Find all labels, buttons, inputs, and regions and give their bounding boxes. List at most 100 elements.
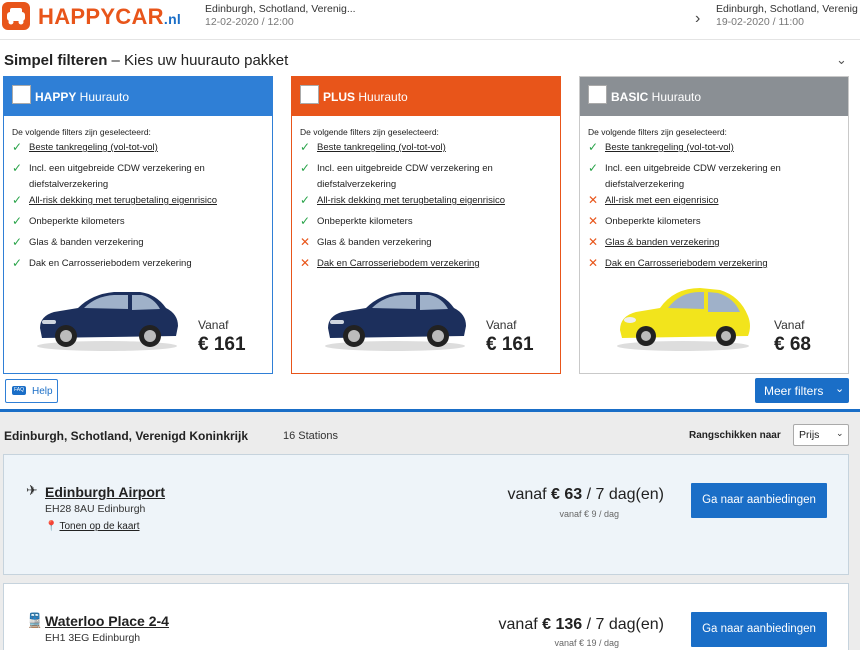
results-section: Edinburgh, Schotland, Verenigd Koninkrij…: [0, 409, 860, 650]
feature-item: ✓ Onbeperkte kilometers: [300, 214, 555, 230]
map-pin-icon: 📍: [45, 521, 58, 532]
help-button[interactable]: FAQ Help: [5, 379, 58, 403]
feature-item[interactable]: ✓ Beste tankregeling (vol-tot-vol): [300, 140, 555, 156]
logo-suffix: .nl: [163, 11, 182, 27]
checkmark-icon: ✓: [12, 235, 23, 249]
cross-icon: ✕: [588, 256, 599, 270]
checkmark-icon: ✓: [300, 214, 311, 228]
airplane-icon: ✈: [26, 482, 38, 498]
station-count: 16 Stations: [283, 430, 339, 442]
help-label: Help: [32, 386, 53, 397]
filter-title-rest: – Kies uw huurauto pakket: [107, 52, 289, 69]
price-from-label: Vanaf: [486, 318, 517, 332]
results-location-title: Edinburgh, Schotland, Verenigd Koninkrij…: [4, 429, 249, 443]
package-header[interactable]: HAPPY Huurauto: [4, 77, 272, 116]
simple-filter-title: Simpel filteren – Kies uw huurauto pakke…: [4, 52, 288, 69]
car-logo-icon[interactable]: [2, 2, 30, 30]
package-checkbox[interactable]: [588, 85, 607, 104]
feature-label: Dak en Carrosseriebodem verzekering: [317, 258, 480, 269]
checkmark-icon: ✓: [300, 193, 311, 207]
price-value: € 63: [551, 486, 583, 503]
feature-item[interactable]: ✓ Beste tankregeling (vol-tot-vol): [588, 140, 843, 156]
dark-blue-car-image: [37, 292, 178, 351]
package-price: € 161: [486, 334, 534, 355]
station-name[interactable]: Waterloo Place 2-4: [45, 613, 169, 629]
chevron-down-icon: ⌄: [836, 428, 844, 438]
feature-label: Glas & banden verzekering: [605, 237, 720, 248]
show-on-map-link[interactable]: 📍 Tonen op de kaart: [45, 521, 140, 532]
package-card-plus[interactable]: PLUS Huurauto De volgende filters zijn g…: [291, 76, 561, 374]
pickup-location: Edinburgh, Schotland, Verenig...: [205, 3, 356, 15]
dark-blue-car-image: [325, 292, 466, 351]
station-card: ✈ Edinburgh Airport EH28 8AU Edinburgh 📍…: [3, 454, 849, 575]
feature-label: Incl. een uitgebreide CDW verzekering en…: [605, 163, 781, 190]
feature-item: ✓ Incl. een uitgebreide CDW verzekering e…: [588, 161, 843, 192]
checkmark-icon: ✓: [12, 193, 23, 207]
price-suffix: / 7 dag(en): [582, 486, 664, 503]
go-to-offers-button[interactable]: Ga naar aanbiedingen: [691, 612, 827, 647]
package-price: € 161: [198, 334, 246, 355]
feature-item[interactable]: ✕ Dak en Carrosseriebodem verzekering: [300, 256, 555, 272]
price-prefix: vanaf: [498, 616, 543, 633]
feature-label: Beste tankregeling (vol-tot-vol): [317, 142, 446, 153]
checkmark-icon: ✓: [12, 161, 23, 175]
feature-label: Dak en Carrosseriebodem verzekering: [29, 258, 192, 269]
price-from-label: Vanaf: [198, 318, 229, 332]
feature-item[interactable]: ✓ All-risk dekking met terugbetaling eige…: [12, 193, 267, 209]
filter-title-bold: Simpel filteren: [4, 52, 108, 69]
package-header[interactable]: BASIC Huurauto: [580, 77, 848, 116]
faq-icon: FAQ: [12, 386, 26, 395]
station-address: EH1 3EG Edinburgh: [45, 632, 141, 644]
chevron-down-icon[interactable]: ⌄: [836, 52, 847, 68]
feature-label: Incl. een uitgebreide CDW verzekering en…: [317, 163, 493, 190]
cross-icon: ✕: [588, 214, 599, 228]
checkmark-icon: ✓: [300, 161, 311, 175]
price-prefix: vanaf: [507, 486, 552, 503]
more-filters-button[interactable]: Meer filters ⌄: [755, 378, 849, 403]
checkmark-icon: ✓: [12, 256, 23, 270]
train-icon: 🚆: [26, 612, 44, 628]
package-intro: De volgende filters zijn geselecteerd:: [588, 127, 727, 137]
chevron-right-icon: ›: [695, 10, 701, 27]
feature-item[interactable]: ✕ Glas & banden verzekering: [588, 235, 843, 251]
package-card-basic[interactable]: BASIC Huurauto De volgende filters zijn …: [579, 76, 849, 374]
feature-item[interactable]: ✕ Dak en Carrosseriebodem verzekering: [588, 256, 843, 272]
package-name-bold: BASIC: [611, 90, 649, 104]
price-per-day: vanaf € 9 / dag: [559, 509, 619, 519]
go-to-offers-button[interactable]: Ga naar aanbiedingen: [691, 483, 827, 518]
feature-label: Incl. een uitgebreide CDW verzekering en…: [29, 163, 205, 190]
dropoff-location: Edinburgh, Schotland, Verenig: [716, 3, 858, 15]
feature-item: ✕ Onbeperkte kilometers: [588, 214, 843, 230]
package-header[interactable]: PLUS Huurauto: [292, 77, 560, 116]
feature-item[interactable]: ✓ All-risk dekking met terugbetaling eige…: [300, 193, 555, 209]
cross-icon: ✕: [588, 193, 599, 207]
checkmark-icon: ✓: [300, 140, 311, 154]
station-name[interactable]: Edinburgh Airport: [45, 484, 165, 500]
feature-label: Glas & banden verzekering: [317, 237, 432, 248]
dropoff-summary[interactable]: Edinburgh, Schotland, Verenig 19-02-2020…: [716, 3, 858, 29]
price-per-day: vanaf € 19 / dag: [554, 638, 619, 648]
pickup-summary[interactable]: Edinburgh, Schotland, Verenig... 12-02-2…: [205, 3, 356, 29]
feature-item: ✓ Incl. een uitgebreide CDW verzekering e…: [300, 161, 555, 192]
pickup-date: 12-02-2020 / 12:00: [205, 16, 294, 28]
feature-item: ✓ Onbeperkte kilometers: [12, 214, 267, 230]
logo-text: HAPPYCAR: [38, 4, 164, 29]
sort-label: Rangschikken naar: [689, 430, 781, 441]
package-checkbox[interactable]: [12, 85, 31, 104]
package-checkbox[interactable]: [300, 85, 319, 104]
feature-label: Beste tankregeling (vol-tot-vol): [29, 142, 158, 153]
sort-select[interactable]: Prijs ⌄: [793, 424, 849, 446]
package-name-rest: Huurauto: [648, 90, 702, 104]
station-price: vanaf € 63 / 7 dag(en): [479, 486, 664, 504]
chevron-down-icon: ⌄: [835, 383, 845, 395]
feature-item[interactable]: ✓ Beste tankregeling (vol-tot-vol): [12, 140, 267, 156]
cross-icon: ✕: [300, 235, 311, 249]
feature-label: Glas & banden verzekering: [29, 237, 144, 248]
checkmark-icon: ✓: [588, 161, 599, 175]
sort-value: Prijs: [799, 429, 820, 441]
feature-item[interactable]: ✕ All-risk met een eigenrisico: [588, 193, 843, 209]
brand-logo[interactable]: HAPPYCAR.nl: [38, 4, 181, 30]
package-card-happy[interactable]: HAPPY Huurauto De volgende filters zijn …: [3, 76, 273, 374]
station-address: EH28 8AU Edinburgh: [45, 503, 146, 515]
feature-item: ✓ Incl. een uitgebreide CDW verzekering e…: [12, 161, 267, 192]
